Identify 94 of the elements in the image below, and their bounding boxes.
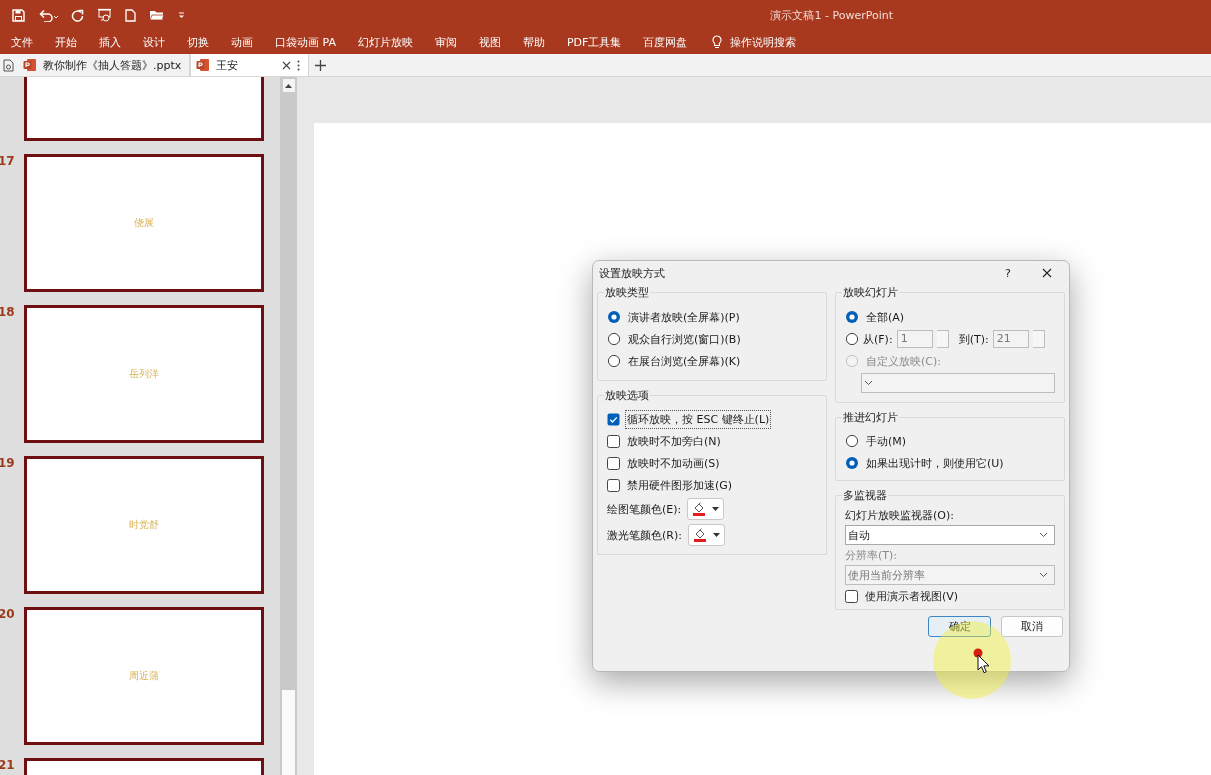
checkbox-label[interactable]: 循环放映，按 ESC 键终止(L) — [627, 411, 770, 427]
mouse-pointer-icon — [977, 654, 990, 674]
field-label: 激光笔颜色(R): — [607, 527, 682, 543]
group-title: 推进幻灯片 — [842, 410, 899, 425]
document-tab[interactable]: 王安 — [190, 54, 310, 76]
slide-text: 时党舒 — [129, 518, 159, 532]
field-label: 幻灯片放映监视器(O): — [845, 507, 955, 524]
close-icon[interactable] — [282, 60, 292, 70]
option-label[interactable]: 在展台浏览(全屏幕)(K) — [628, 353, 741, 369]
field-label: 到(T): — [958, 331, 989, 347]
group-title: 放映类型 — [604, 285, 650, 300]
scrollbar[interactable] — [280, 77, 297, 775]
checkbox-label[interactable]: 放映时不加动画(S) — [627, 455, 720, 471]
pen-color-button[interactable] — [687, 498, 725, 520]
field-label: 分辨率(T): — [845, 547, 898, 564]
slideshow-icon[interactable] — [97, 8, 112, 22]
ribbon-tab[interactable]: 插入 — [88, 34, 132, 50]
redo-icon[interactable] — [71, 8, 84, 22]
scroll-thumb[interactable] — [282, 690, 295, 775]
chevron-down-icon — [864, 380, 873, 386]
scroll-up-button[interactable] — [282, 79, 295, 92]
chevron-down-icon — [1039, 572, 1048, 578]
field-label: 绘图笔颜色(E): — [607, 501, 682, 517]
ribbon-tab[interactable]: 开始 — [44, 34, 88, 50]
slide-number: 19 — [0, 456, 16, 472]
slide-text: 岳列洋 — [129, 367, 159, 381]
radio-button[interactable] — [845, 456, 859, 470]
close-icon[interactable] — [1042, 268, 1052, 278]
more-options-icon[interactable] — [297, 59, 301, 71]
checkbox-label[interactable]: 禁用硬件图形加速(G) — [627, 477, 733, 493]
new-tab-icon[interactable] — [315, 59, 327, 71]
customize-caret-icon[interactable] — [178, 11, 185, 19]
group-title: 放映幻灯片 — [842, 285, 899, 300]
ribbon-tab[interactable]: 百度网盘 — [632, 34, 699, 50]
ribbon-tab[interactable]: 视图 — [467, 34, 512, 50]
cancel-button[interactable]: 取消 — [1001, 616, 1063, 637]
checkbox-label[interactable]: 使用演示者视图(V) — [865, 588, 959, 604]
paint-bucket-icon — [692, 502, 707, 516]
document-icon[interactable] — [3, 58, 15, 72]
option-label[interactable]: 手动(M) — [866, 433, 907, 449]
radio-button[interactable] — [845, 434, 859, 448]
option-label[interactable]: 如果出现计时，则使用它(U) — [866, 455, 1004, 471]
checkbox[interactable] — [607, 412, 620, 426]
ribbon-tab[interactable]: 设计 — [132, 34, 176, 50]
folder-icon[interactable] — [149, 8, 165, 22]
ribbon-tab[interactable]: 帮助 — [511, 34, 556, 50]
option-label[interactable]: 观众自行浏览(窗口)(B) — [628, 331, 741, 347]
lightbulb-icon[interactable] — [712, 35, 723, 49]
tell-me-search[interactable]: 操作说明搜索 — [730, 34, 797, 50]
slide-text: 侥展 — [134, 216, 154, 230]
window-title: 演示文稿1 - PowerPoint — [770, 7, 893, 23]
ribbon-tab[interactable]: 切换 — [176, 34, 220, 50]
monitor-dropdown[interactable]: 自动 — [845, 525, 1055, 545]
ribbon-tab[interactable]: 文件 — [0, 34, 44, 50]
radio-button[interactable] — [607, 354, 621, 368]
ribbon-tab[interactable]: 幻灯片放映 — [346, 34, 424, 50]
option-label[interactable]: 演讲者放映(全屏幕)(P) — [628, 309, 740, 325]
powerpoint-file-icon — [196, 58, 211, 72]
ribbon-tab[interactable]: 动画 — [220, 34, 264, 50]
option-label[interactable]: 从(F): — [863, 331, 893, 347]
slide-text: 周近蒲 — [129, 669, 159, 683]
radio-button[interactable] — [845, 310, 859, 324]
chevron-down-icon — [1039, 532, 1048, 538]
powerpoint-file-icon — [23, 58, 37, 72]
caret-icon — [712, 507, 720, 511]
checkbox[interactable] — [607, 434, 620, 448]
radio-button[interactable] — [845, 332, 859, 346]
click-dot-icon — [973, 648, 983, 658]
ribbon-tab[interactable]: 审阅 — [423, 34, 468, 50]
ribbon-tab[interactable]: PDF工具集 — [555, 34, 633, 50]
slide-number: 17 — [0, 154, 16, 170]
from-slide-field[interactable]: 1 — [896, 330, 933, 348]
checkbox[interactable] — [607, 478, 620, 492]
option-label[interactable]: 全部(A) — [866, 309, 905, 325]
pen-color-button[interactable] — [687, 524, 725, 546]
undo-icon[interactable] — [38, 8, 58, 22]
radio-button[interactable] — [607, 310, 621, 324]
slide-number: 18 — [0, 305, 16, 321]
dialog-title: 设置放映方式 — [599, 265, 665, 281]
paint-bucket-icon — [692, 528, 707, 542]
checkbox[interactable] — [845, 589, 858, 603]
checkbox[interactable] — [607, 456, 620, 470]
caret-icon — [712, 533, 720, 537]
new-file-icon[interactable] — [125, 8, 136, 22]
ribbon-tab[interactable]: 口袋动画 PA — [264, 34, 347, 50]
help-button[interactable]: ? — [991, 266, 1025, 280]
group-title: 多监视器 — [842, 488, 888, 503]
ok-button[interactable]: 确定 — [928, 616, 991, 637]
up-arrow-icon[interactable] — [285, 83, 292, 88]
save-icon[interactable] — [12, 8, 25, 22]
to-slide-field[interactable]: 21 — [992, 330, 1029, 348]
checkbox-label[interactable]: 放映时不加旁白(N) — [627, 433, 721, 449]
radio-button[interactable] — [607, 332, 621, 346]
group-title: 放映选项 — [604, 388, 650, 403]
